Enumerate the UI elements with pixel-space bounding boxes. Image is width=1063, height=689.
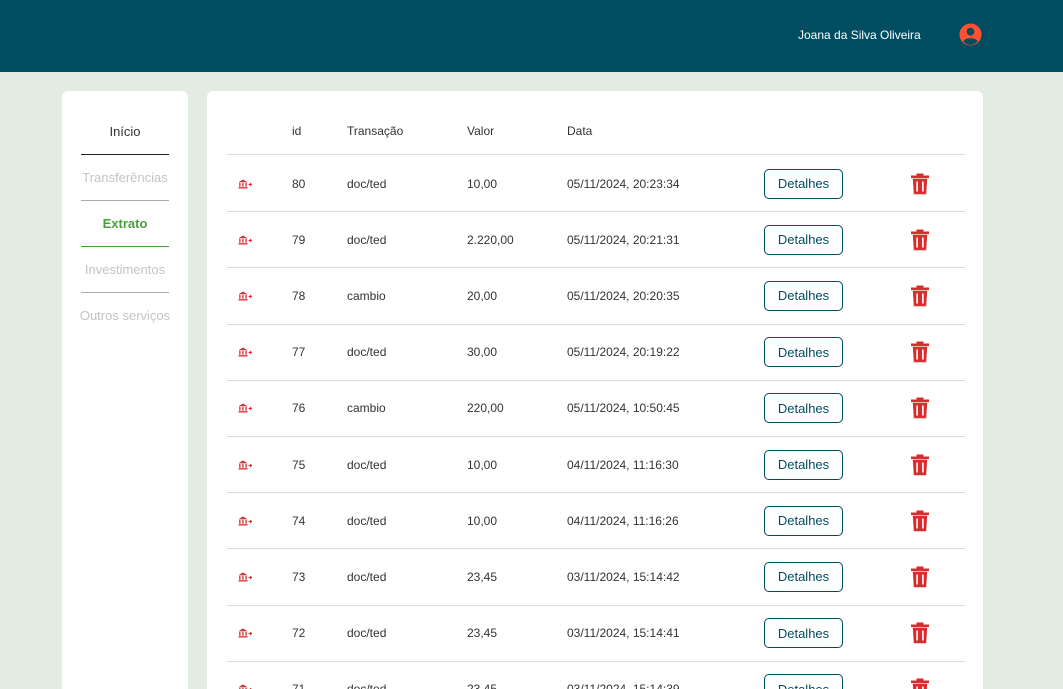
trash-icon[interactable] <box>910 622 930 644</box>
cell-transacao: doc/ted <box>347 232 387 247</box>
cell-valor: 23,45 <box>467 626 498 641</box>
cell-transacao: doc/ted <box>347 626 387 641</box>
trash-icon[interactable] <box>910 678 930 689</box>
cell-data: 05/11/2024, 10:50:45 <box>567 401 680 416</box>
table-row: 72 doc/ted 23,45 03/11/2024, 15:14:41 Detalh… <box>227 606 965 662</box>
sidebar-item-transferencias[interactable]: Transferências <box>81 155 169 201</box>
transaction-list: 80 doc/ted 10,00 05/11/2024, 20:23:34 Detalh… <box>227 156 965 689</box>
bank-icon <box>238 179 252 189</box>
trash-icon[interactable] <box>910 341 930 363</box>
cell-id: 78 <box>292 288 306 303</box>
column-header-data: Data <box>567 124 593 138</box>
cell-valor: 10,00 <box>467 457 498 472</box>
table-row: 77 doc/ted 30,00 05/11/2024, 20:19:22 Detalh… <box>227 325 965 381</box>
details-button[interactable]: Detalhes <box>764 224 843 255</box>
cell-data: 03/11/2024, 15:14:41 <box>567 626 680 641</box>
cell-data: 05/11/2024, 20:23:34 <box>567 176 680 191</box>
trash-icon[interactable] <box>910 229 930 251</box>
table-row: 73 doc/ted 23,45 03/11/2024, 15:14:42 Detalh… <box>227 549 965 606</box>
trash-icon[interactable] <box>910 510 930 532</box>
details-button[interactable]: Detalhes <box>764 674 843 689</box>
cell-valor: 23,45 <box>467 682 497 689</box>
column-header-id: id <box>292 124 302 138</box>
bank-icon <box>238 572 252 582</box>
user-circle-icon[interactable] <box>959 23 982 46</box>
details-button[interactable]: Detalhes <box>764 280 843 311</box>
cell-transacao: cambio <box>347 401 386 416</box>
cell-transacao: doc/ted <box>347 682 386 689</box>
cell-id: 75 <box>292 457 306 472</box>
trash-icon[interactable] <box>910 397 930 419</box>
cell-id: 73 <box>292 569 306 584</box>
cell-transacao: doc/ted <box>347 176 387 191</box>
bank-icon <box>238 460 252 470</box>
details-button[interactable]: Detalhes <box>764 505 843 536</box>
table-row: 78 cambio 20,00 05/11/2024, 20:20:35 Detalhe… <box>227 268 965 325</box>
top-bar: Joana da Silva Oliveira <box>0 0 1063 72</box>
cell-data: 05/11/2024, 20:19:22 <box>567 345 680 360</box>
bank-icon <box>238 628 252 638</box>
table-row: 71 doc/ted 23,45 03/11/2024, 15:14:39 Detalh… <box>227 662 965 689</box>
cell-valor: 10,00 <box>467 176 498 191</box>
cell-valor: 220,00 <box>467 401 504 416</box>
cell-transacao: cambio <box>347 288 386 303</box>
sidebar-item-extrato[interactable]: Extrato <box>81 201 169 247</box>
cell-transacao: doc/ted <box>347 345 387 360</box>
cell-id: 74 <box>292 513 306 528</box>
table-row: 75 doc/ted 10,00 04/11/2024, 11:16:30 Detalh… <box>227 437 965 494</box>
cell-valor: 30,00 <box>467 345 498 360</box>
details-button[interactable]: Detalhes <box>764 618 843 649</box>
sidebar-item-inicio[interactable]: Início <box>81 109 169 155</box>
statement-panel: id Transação Valor Data 80 doc/ted 10,00 05… <box>207 91 983 689</box>
trash-icon[interactable] <box>910 173 930 195</box>
user-name: Joana da Silva Oliveira <box>798 28 921 42</box>
cell-id: 71 <box>292 682 305 689</box>
cell-valor: 2.220,00 <box>467 232 514 247</box>
trash-icon[interactable] <box>910 285 930 307</box>
details-button[interactable]: Detalhes <box>764 337 843 368</box>
bank-icon <box>238 291 252 301</box>
table-row: 80 doc/ted 10,00 05/11/2024, 20:23:34 Detalh… <box>227 156 965 213</box>
column-header-valor: Valor <box>467 124 495 138</box>
details-button[interactable]: Detalhes <box>764 449 843 480</box>
table-header: id Transação Valor Data <box>227 91 965 155</box>
cell-transacao: doc/ted <box>347 569 387 584</box>
cell-id: 79 <box>292 232 306 247</box>
cell-data: 04/11/2024, 11:16:26 <box>567 513 679 528</box>
cell-valor: 10,00 <box>467 513 498 528</box>
cell-id: 80 <box>292 176 306 191</box>
bank-icon <box>238 684 252 689</box>
cell-data: 05/11/2024, 20:20:35 <box>567 288 680 303</box>
bank-icon <box>238 235 252 245</box>
cell-transacao: doc/ted <box>347 457 387 472</box>
table-row: 74 doc/ted 10,00 04/11/2024, 11:16:26 Detalh… <box>227 493 965 550</box>
bank-icon <box>238 403 252 413</box>
trash-icon[interactable] <box>910 454 930 476</box>
cell-data: 03/11/2024, 15:14:42 <box>567 569 680 584</box>
cell-data: 03/11/2024, 15:14:39 <box>567 682 680 689</box>
sidebar-item-investimentos[interactable]: Investimentos <box>81 247 169 293</box>
cell-id: 72 <box>292 626 306 641</box>
sidebar: Início Transferências Extrato Investimen… <box>62 91 188 689</box>
table-row: 79 doc/ted 2.220,00 05/11/2024, 20:21:31 Det… <box>227 212 965 269</box>
column-header-transacao: Transação <box>347 124 404 138</box>
cell-transacao: doc/ted <box>347 513 387 528</box>
cell-data: 05/11/2024, 20:21:31 <box>567 232 680 247</box>
bank-icon <box>238 516 252 526</box>
details-button[interactable]: Detalhes <box>764 393 843 424</box>
cell-id: 77 <box>292 345 306 360</box>
details-button[interactable]: Detalhes <box>764 168 843 199</box>
cell-id: 76 <box>292 401 306 416</box>
bank-icon <box>238 347 252 357</box>
sidebar-item-outros-servicos[interactable]: Outros serviços <box>80 292 170 338</box>
table-row: 76 cambio 220,00 05/11/2024, 10:50:45 Detalh… <box>227 381 965 437</box>
details-button[interactable]: Detalhes <box>764 561 843 592</box>
cell-valor: 20,00 <box>467 288 498 303</box>
cell-data: 04/11/2024, 11:16:30 <box>567 457 679 472</box>
trash-icon[interactable] <box>910 566 930 588</box>
cell-valor: 23,45 <box>467 569 498 584</box>
